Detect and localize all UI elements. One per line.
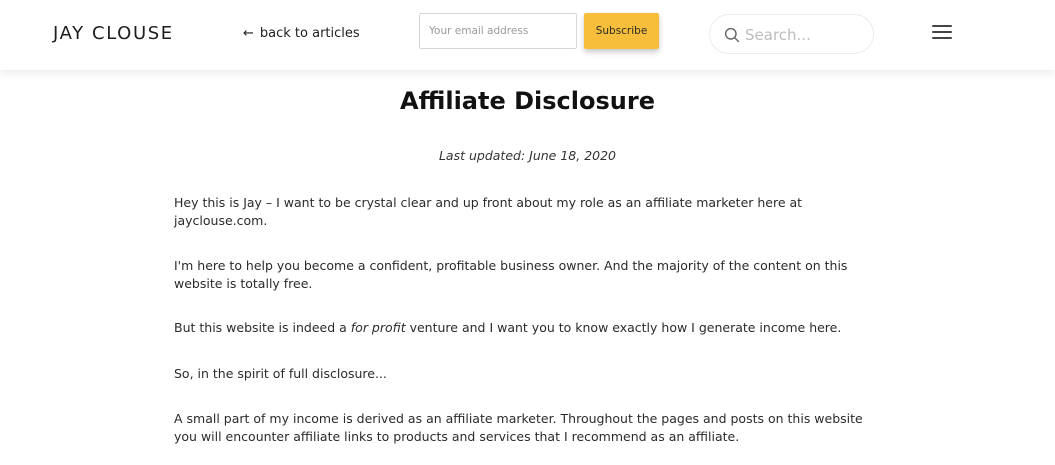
back-link-label: back to articles [259,26,360,41]
paragraph-affiliate: A small part of my income is derived as … [174,411,863,444]
search-icon [724,27,740,43]
paragraph-disclosure: So, in the spirit of full disclosure... [174,366,387,381]
paragraph-profit: But this website is indeed a for profit … [174,319,879,337]
search-box[interactable] [709,14,874,54]
paragraph-intro: Hey this is Jay – I want to be crystal c… [174,195,803,228]
last-updated: Last updated: June 18, 2020 [438,148,617,163]
paragraph-profit-start: But this website is indeed a [174,320,351,335]
site-header: JAY CLOUSE ← back to articles Subscribe [0,0,1055,70]
page-title: Affiliate Disclosure [400,87,655,115]
site-logo[interactable]: JAY CLOUSE [53,23,174,44]
paragraph-profit-emphasis: for profit [350,320,406,335]
hamburger-menu-icon[interactable] [930,25,954,43]
search-input[interactable] [745,23,863,47]
paragraph-purpose: I'm here to help you become a confident,… [174,258,848,291]
subscribe-button[interactable]: Subscribe [584,13,659,49]
paragraph-profit-end: venture and I want you to know exactly h… [405,320,842,335]
email-input[interactable] [419,13,577,49]
back-to-articles-link[interactable]: ← back to articles [243,26,360,41]
arrow-left-icon: ← [243,26,254,41]
